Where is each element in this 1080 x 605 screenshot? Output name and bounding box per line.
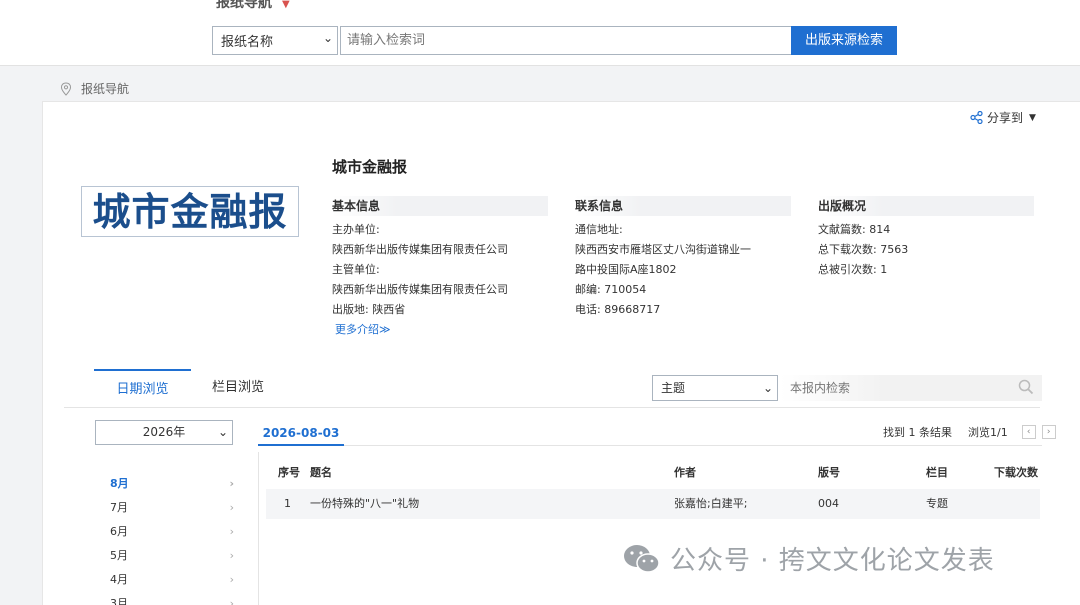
- month-item[interactable]: 8月 ›: [110, 472, 238, 496]
- col-header-page[interactable]: 版号: [818, 462, 840, 484]
- more-intro-link[interactable]: 更多介绍≫: [335, 323, 391, 336]
- results-table: 序号 题名 作者 版号 栏目 下载次数 1 一份特殊的"八一"礼物 张嘉怡;白建…: [266, 462, 1040, 519]
- search-input[interactable]: 请输入检索词: [340, 26, 792, 55]
- col-header-no: 序号: [278, 466, 300, 479]
- share-icon: [970, 111, 983, 124]
- source-search-button[interactable]: 出版来源检索: [791, 26, 897, 55]
- watermark: 公众号 · 挎文文化论文发表: [622, 540, 995, 577]
- address-line-2: 路中投国际A座1802: [575, 263, 677, 276]
- tab-date-browse[interactable]: 日期浏览: [94, 369, 191, 407]
- result-info: 找到 1 条结果 浏览1/1 ‹ ›: [883, 424, 1056, 440]
- table-header: 序号 题名 作者 版号 栏目 下载次数: [266, 462, 1040, 484]
- top-nav-bar: 报纸导航 ▼ 报纸名称 ⌄ 请输入检索词 出版来源检索: [0, 0, 1080, 66]
- table-row: 1 一份特殊的"八一"礼物 张嘉怡;白建平; 004 专题: [266, 489, 1040, 519]
- col-header-column[interactable]: 栏目: [926, 462, 948, 484]
- chevron-right-icon: ›: [229, 501, 234, 514]
- divider: [258, 445, 1042, 446]
- year-select[interactable]: 2026年 ⌄: [95, 420, 233, 445]
- wechat-icon: [624, 544, 660, 573]
- chevron-right-icon: ›: [229, 573, 234, 586]
- publication-overview: 出版概况 文献篇数: 814 总下载次数: 7563 总被引次数: 1: [818, 196, 1034, 280]
- row-page: 004: [818, 497, 839, 510]
- tab-column-browse[interactable]: 栏目浏览: [212, 369, 272, 407]
- phone: 电话: 89668717: [575, 303, 661, 316]
- col-header-title[interactable]: 题名: [310, 462, 332, 484]
- search-icon[interactable]: [1018, 379, 1034, 395]
- month-item[interactable]: 4月 ›: [110, 568, 238, 592]
- chevron-right-icon: ›: [229, 477, 234, 490]
- publication-overview-heading: 出版概况: [818, 196, 1034, 216]
- share-button[interactable]: 分享到 ▼: [970, 109, 1036, 126]
- chevron-right-icon: ›: [229, 597, 234, 605]
- col-header-downloads[interactable]: 下载次数: [994, 462, 1038, 484]
- caret-down-icon: ▼: [282, 0, 290, 10]
- chevron-right-icon: ›: [229, 549, 234, 562]
- topic-select[interactable]: 主题 ⌄: [652, 375, 778, 401]
- publish-place: 出版地: 陕西省: [332, 303, 406, 316]
- next-page-button[interactable]: ›: [1041, 425, 1056, 439]
- doc-count: 文献篇数: 814: [818, 223, 891, 236]
- basic-info: 基本信息 主办单位: 陕西新华出版传媒集团有限责任公司 主管单位: 陕西新华出版…: [332, 196, 548, 340]
- prev-page-button[interactable]: ‹: [1021, 425, 1036, 439]
- chevron-right-icon: ›: [229, 525, 234, 538]
- chevron-down-icon: ⌄: [762, 381, 773, 395]
- download-count: 总下载次数: 7563: [818, 243, 909, 256]
- month-item[interactable]: 6月 ›: [110, 520, 238, 544]
- row-no: 1: [284, 497, 291, 510]
- row-author[interactable]: 张嘉怡;白建平;: [674, 489, 747, 519]
- newspaper-logo: 城市金融报: [81, 186, 299, 237]
- divider: [258, 452, 259, 605]
- address-label: 通信地址:: [575, 223, 623, 236]
- address-line-1: 陕西西安市雁塔区丈八沟街道锦业一: [575, 243, 751, 256]
- supervisor-label: 主管单位:: [332, 263, 380, 276]
- postcode: 邮编: 710054: [575, 283, 647, 296]
- newspaper-name-select[interactable]: 报纸名称 ⌄: [212, 26, 338, 55]
- contact-info-heading: 联系信息: [575, 196, 791, 216]
- breadcrumb-label[interactable]: 报纸导航: [81, 80, 129, 97]
- host-label: 主办单位:: [332, 223, 380, 236]
- supervisor-value: 陕西新华出版传媒集团有限责任公司: [332, 283, 508, 296]
- divider: [64, 407, 1040, 408]
- month-item[interactable]: 3月 ›: [110, 592, 238, 605]
- chevron-down-icon: ⌄: [217, 425, 228, 439]
- col-header-author[interactable]: 作者: [674, 462, 696, 484]
- breadcrumb: 报纸导航: [60, 80, 129, 97]
- nav-title[interactable]: 报纸导航 ▼: [216, 0, 290, 12]
- host-value: 陕西新华出版传媒集团有限责任公司: [332, 243, 508, 256]
- basic-info-heading: 基本信息: [332, 196, 548, 216]
- caret-down-icon: ▼: [1029, 112, 1036, 123]
- row-column: 专题: [926, 497, 948, 510]
- in-paper-search-input[interactable]: 本报内检索: [780, 375, 1042, 401]
- page-indicator: 浏览1/1: [968, 426, 1008, 439]
- month-list: 8月 › 7月 › 6月 › 5月 › 4月 › 3月 ›: [110, 472, 238, 605]
- row-title-link[interactable]: 一份特殊的"八一"礼物: [310, 489, 419, 519]
- contact-info: 联系信息 通信地址: 陕西西安市雁塔区丈八沟街道锦业一 路中投国际A座1802 …: [575, 196, 791, 320]
- month-item[interactable]: 7月 ›: [110, 496, 238, 520]
- page-title: 城市金融报: [332, 158, 408, 176]
- location-pin-icon: [60, 81, 72, 96]
- cite-count: 总被引次数: 1: [818, 263, 888, 276]
- chevron-down-icon: ⌄: [322, 31, 333, 45]
- tab-issue-date[interactable]: 2026-08-03: [258, 420, 344, 446]
- month-item[interactable]: 5月 ›: [110, 544, 238, 568]
- result-count: 找到 1 条结果: [883, 426, 952, 439]
